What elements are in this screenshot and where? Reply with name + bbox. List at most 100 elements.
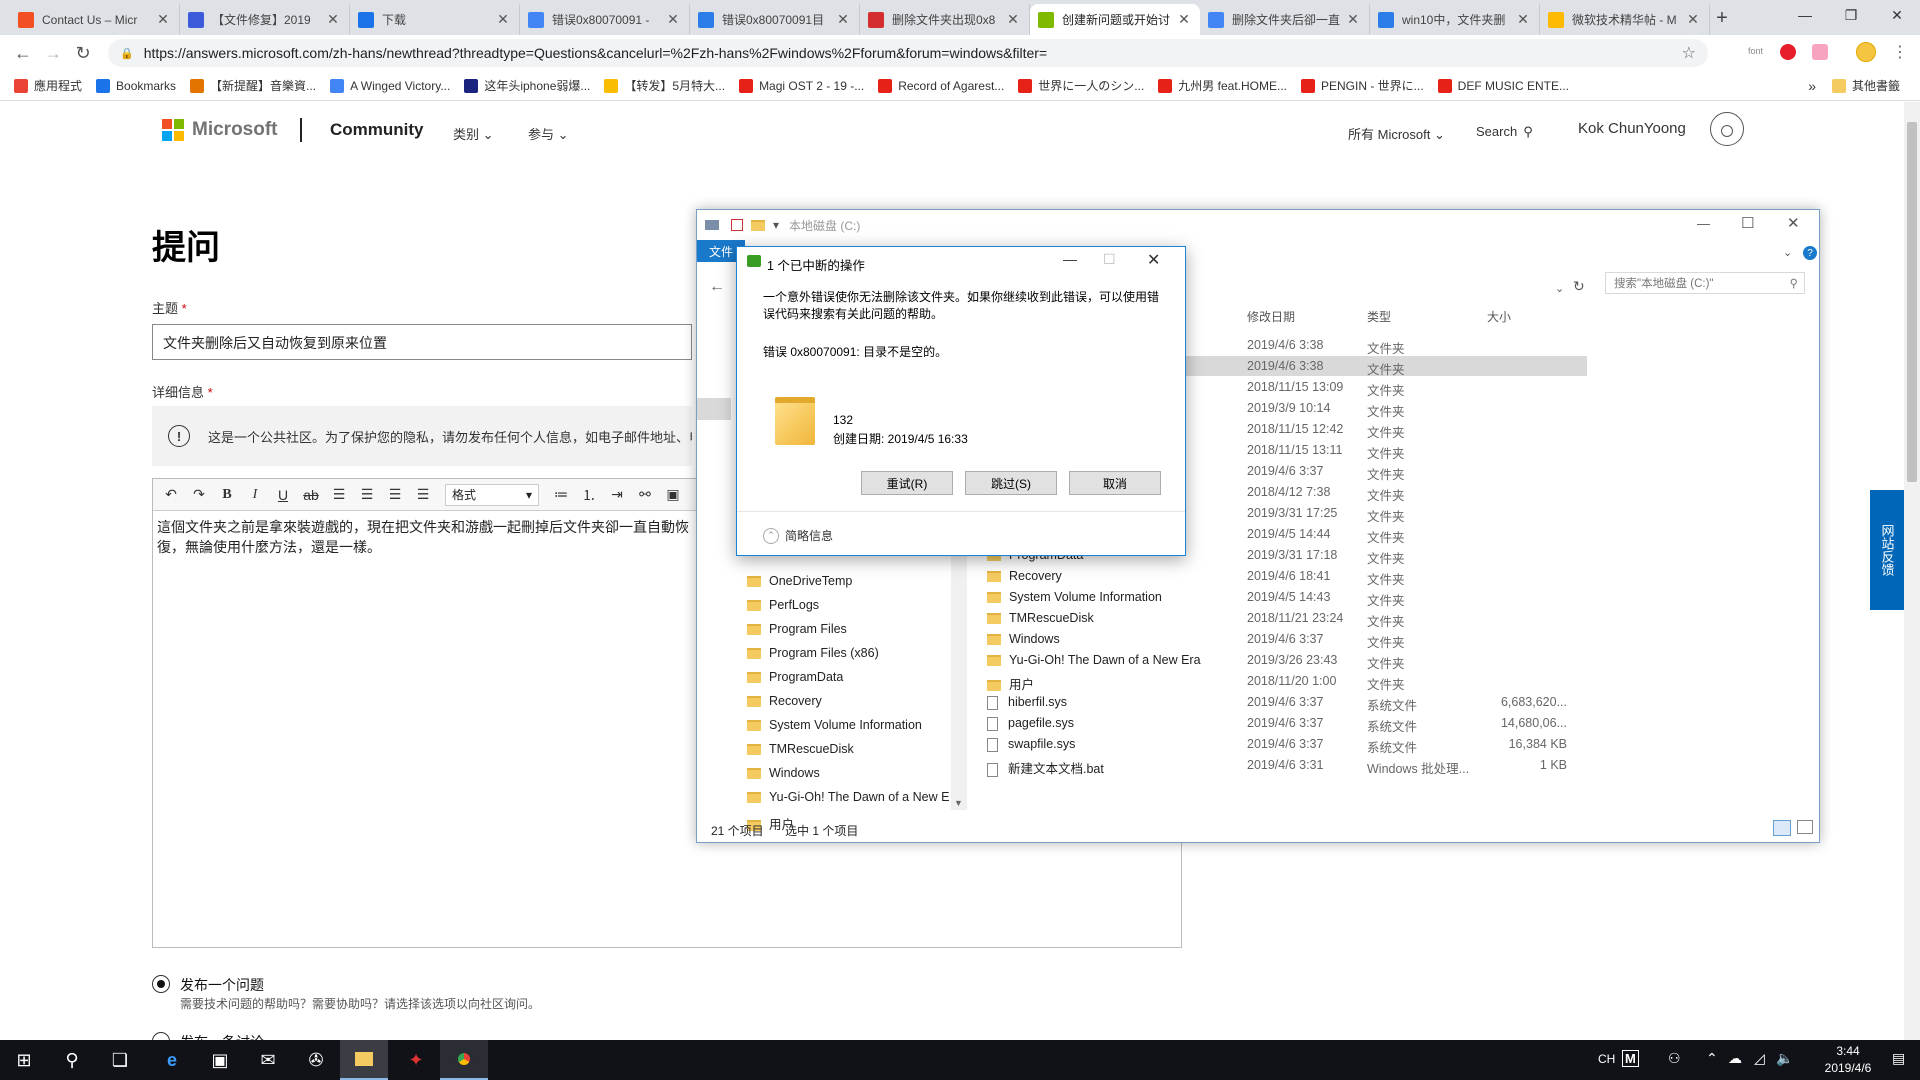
nav-participate[interactable]: 参与 ⌄ <box>528 124 569 143</box>
indent-icon[interactable]: ⇥ <box>603 481 631 509</box>
bookmark-item[interactable]: A Winged Victory... <box>330 78 450 93</box>
file-row[interactable]: Yu-Gi-Oh! The Dawn of a New Era 2019/3/26… <box>987 650 1587 671</box>
browser-menu-icon[interactable]: ⋮ <box>1892 42 1908 62</box>
browser-tab[interactable]: 错误0x80070091 - ✕ <box>520 4 690 35</box>
search-link[interactable]: Search ⚲ <box>1476 124 1533 140</box>
browser-tab[interactable]: 删除文件夹出现0x8 ✕ <box>860 4 1030 35</box>
column-date-header[interactable]: 修改日期 <box>1247 308 1295 325</box>
bold-icon[interactable]: B <box>213 481 241 509</box>
file-row[interactable]: 新建文本文档.bat 2019/4/6 3:31 Windows 批处理... 1 K… <box>987 755 1587 777</box>
tree-scroll-down-icon[interactable]: ▼ <box>954 798 963 808</box>
tree-item[interactable]: ProgramData <box>747 670 843 684</box>
bookmarks-overflow-button[interactable]: » <box>1808 78 1816 94</box>
page-scrollbar[interactable] <box>1904 102 1920 1040</box>
action-center-icon[interactable]: ▤ <box>1892 1050 1905 1067</box>
chrome-taskbar-icon[interactable] <box>440 1040 488 1080</box>
image-icon[interactable]: ▣ <box>659 481 687 509</box>
bookmark-star-icon[interactable]: ☆ <box>1682 43 1696 63</box>
tab-close-icon[interactable]: ✕ <box>1515 11 1531 28</box>
file-explorer-taskbar-icon[interactable] <box>340 1040 388 1080</box>
clock-time[interactable]: 3:44 <box>1818 1044 1878 1058</box>
tree-item[interactable]: Program Files <box>747 622 847 636</box>
forward-button[interactable]: → <box>40 40 66 66</box>
people-icon[interactable]: ⚇ <box>1668 1050 1681 1067</box>
tray-expand-icon[interactable]: ⌃ <box>1706 1050 1718 1067</box>
editor-body[interactable]: 這個文件夹之前是拿來裝遊戲的，現在把文件夹和游戲一起刪掉后文件夹卻一直自動恢復，… <box>153 511 693 563</box>
search-icon[interactable]: ⚲ <box>48 1040 96 1080</box>
numbered-list-icon[interactable]: ⒈ <box>575 481 603 509</box>
explorer-maximize-button[interactable]: ☐ <box>1741 214 1754 232</box>
cancel-button[interactable]: 取消 <box>1069 471 1161 495</box>
tree-item[interactable]: PerfLogs <box>747 598 819 612</box>
reload-button[interactable]: ↻ <box>70 40 96 66</box>
italic-icon[interactable]: I <box>241 481 269 509</box>
tree-item[interactable]: System Volume Information <box>747 718 922 732</box>
tree-item[interactable]: Yu-Gi-Oh! The Dawn of a New E <box>747 790 949 804</box>
browser-tab[interactable]: 删除文件夹后卻一直 ✕ <box>1200 4 1370 35</box>
skip-button[interactable]: 跳过(S) <box>965 471 1057 495</box>
browser-tab[interactable]: 下载 ✕ <box>350 4 520 35</box>
explorer-refresh-button[interactable]: ↻ <box>1573 278 1585 295</box>
user-name[interactable]: Kok ChunYoong <box>1578 120 1686 137</box>
post-question-label[interactable]: 发布一个问题 <box>180 975 264 995</box>
language-indicator[interactable]: CH <box>1598 1052 1615 1066</box>
less-info-toggle[interactable]: ⌃ 简略信息 <box>763 527 833 544</box>
dialog-minimize-button[interactable]: — <box>1063 251 1077 267</box>
details-view-icon[interactable] <box>1773 820 1791 836</box>
undo-icon[interactable]: ↶ <box>157 481 185 509</box>
tab-close-icon[interactable]: ✕ <box>665 11 681 28</box>
link-icon[interactable]: ⚯ <box>631 481 659 509</box>
browser-tab[interactable]: 创建新问题或开始讨 ✕ <box>1030 4 1200 35</box>
profile-avatar-icon[interactable] <box>1856 42 1876 62</box>
bookmark-item[interactable]: 【新提醒】音樂資... <box>190 77 316 94</box>
tab-close-icon[interactable]: ✕ <box>1685 11 1701 28</box>
bookmark-item[interactable]: 九州男 feat.HOME... <box>1158 77 1287 94</box>
extension-red-icon[interactable] <box>1780 44 1796 60</box>
site-feedback-button[interactable]: 网站反馈 <box>1870 490 1904 610</box>
browser-tab[interactable]: 微软技术精华帖 - M ✕ <box>1540 4 1710 35</box>
start-button-icon[interactable]: ⊞ <box>0 1040 48 1080</box>
bookmark-item[interactable]: 这年头iphone弱爆... <box>464 77 590 94</box>
back-button[interactable]: ← <box>10 40 36 66</box>
bookmark-item[interactable]: Record of Agarest... <box>878 78 1004 93</box>
new-folder-icon[interactable] <box>751 219 765 231</box>
browser-tab[interactable]: Contact Us – Micr ✕ <box>10 4 180 35</box>
tab-close-icon[interactable]: ✕ <box>495 11 511 28</box>
tree-item[interactable]: Windows <box>747 766 820 780</box>
bookmark-item[interactable]: 應用程式 <box>14 77 82 94</box>
extension-pink-icon[interactable] <box>1812 44 1828 60</box>
tree-item[interactable]: Program Files (x86) <box>747 646 879 660</box>
explorer-back-button[interactable]: ← <box>709 278 725 296</box>
tree-item[interactable]: Recovery <box>747 694 822 708</box>
subject-input[interactable]: 文件夹删除后又自动恢复到原来位置 <box>152 324 692 360</box>
ribbon-expand-icon[interactable]: ⌄ <box>1783 246 1792 259</box>
store-icon[interactable]: ▣ <box>196 1040 244 1080</box>
large-icons-view-icon[interactable] <box>1797 820 1813 834</box>
redo-icon[interactable]: ↷ <box>185 481 213 509</box>
explorer-minimize-button[interactable]: — <box>1697 216 1710 231</box>
column-size-header[interactable]: 大小 <box>1487 308 1511 325</box>
window-close-button[interactable]: ✕ <box>1874 0 1920 30</box>
all-microsoft-menu[interactable]: 所有 Microsoft ⌄ <box>1348 124 1445 143</box>
align-left-icon[interactable]: ☰ <box>325 481 353 509</box>
clock-date[interactable]: 2019/4/6 <box>1806 1061 1890 1075</box>
explorer-close-button[interactable]: ✕ <box>1787 214 1800 232</box>
bookmark-item[interactable]: 【转发】5月特大... <box>604 77 725 94</box>
quick-access-dropdown-icon[interactable]: ▾ <box>773 218 779 232</box>
bookmark-item[interactable]: Bookmarks <box>96 78 176 93</box>
bookmark-item[interactable]: Magi OST 2 - 19 -... <box>739 78 864 93</box>
browser-tab[interactable]: 【文件修复】2019 ✕ <box>180 4 350 35</box>
new-tab-button[interactable]: + <box>1708 4 1736 32</box>
file-row[interactable]: Recovery 2019/4/6 18:41 文件夹 <box>987 566 1587 587</box>
mail-icon[interactable]: ✉ <box>244 1040 292 1080</box>
bookmark-item[interactable]: 世界に一人のシン... <box>1018 77 1144 94</box>
ime-indicator[interactable]: M <box>1622 1050 1639 1067</box>
tree-scrollbar[interactable]: ▼ <box>951 550 967 810</box>
tab-close-icon[interactable]: ✕ <box>835 11 851 28</box>
window-restore-button[interactable]: ❐ <box>1828 0 1874 30</box>
file-row[interactable]: 用户 2018/11/20 1:00 文件夹 <box>987 671 1587 692</box>
window-minimize-button[interactable]: — <box>1782 0 1828 30</box>
dialog-close-button[interactable]: ✕ <box>1147 250 1160 270</box>
bookmark-item[interactable]: DEF MUSIC ENTE... <box>1437 78 1569 93</box>
format-select[interactable]: 格式 ▾ <box>445 483 539 506</box>
